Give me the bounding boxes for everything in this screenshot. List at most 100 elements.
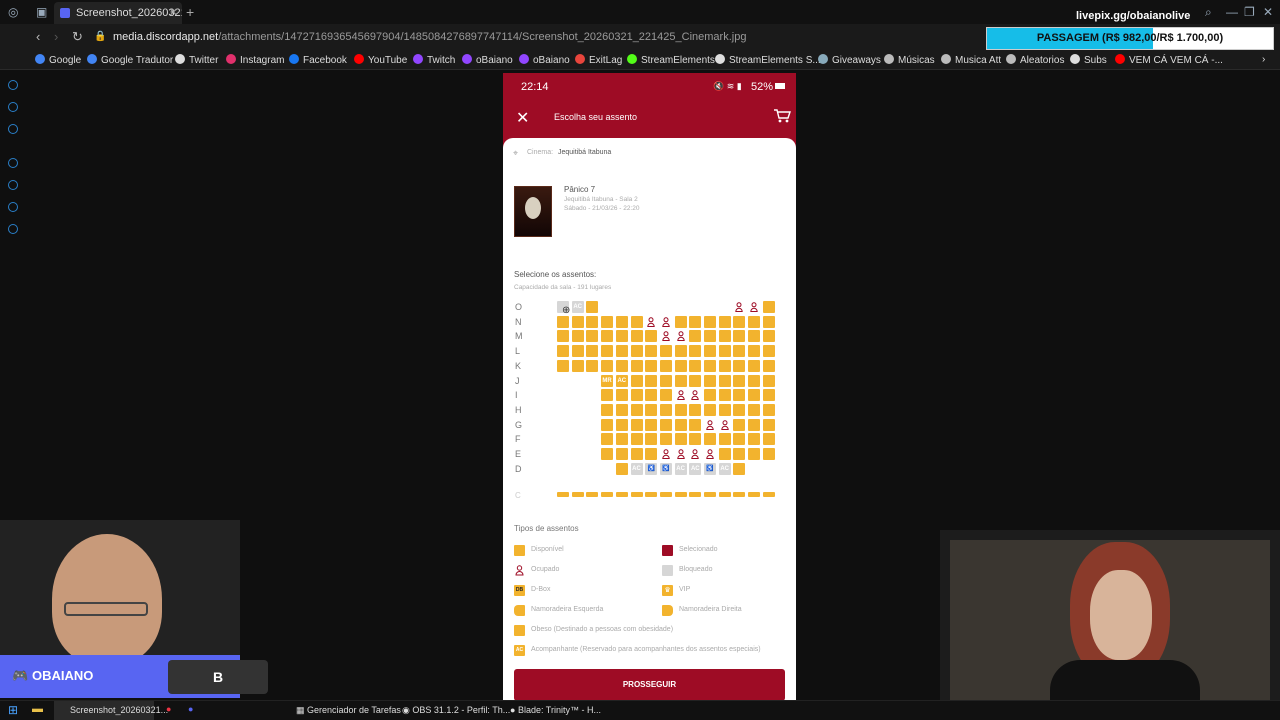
taskbar-item-taskmgr[interactable]: ▦ Gerenciador de Tarefas <box>296 705 401 716</box>
seat-available[interactable] <box>718 492 731 497</box>
seat-available[interactable] <box>615 418 628 431</box>
seat-available[interactable] <box>704 359 716 372</box>
seat-available[interactable] <box>615 448 628 460</box>
seat-available[interactable] <box>748 345 761 358</box>
seat-available[interactable] <box>748 374 761 387</box>
seat-available[interactable] <box>689 403 702 416</box>
seat-available[interactable] <box>571 345 584 358</box>
close-icon[interactable]: ✕ <box>169 6 178 19</box>
seat-available[interactable] <box>615 359 628 372</box>
more-bookmarks-icon[interactable]: › <box>1262 54 1265 65</box>
bookmark-item[interactable]: Google <box>35 54 81 66</box>
seat-available[interactable] <box>571 492 584 497</box>
bookmark-item[interactable]: Instagram <box>226 54 284 66</box>
start-icon[interactable]: ⊞ <box>8 703 18 717</box>
seat-available[interactable] <box>615 345 628 358</box>
seat-available[interactable] <box>601 448 614 460</box>
seat-available[interactable] <box>674 433 687 446</box>
seat-available[interactable] <box>674 492 687 497</box>
seat-available[interactable] <box>762 433 775 446</box>
seat-available[interactable] <box>689 433 702 446</box>
seat-available[interactable] <box>645 403 658 416</box>
seat-available[interactable] <box>718 374 731 387</box>
seat-available[interactable] <box>615 315 628 328</box>
seat-available[interactable] <box>586 359 599 372</box>
cart-icon[interactable] <box>773 108 791 124</box>
seat-available[interactable] <box>601 403 614 416</box>
seat-available[interactable] <box>733 492 746 497</box>
bookmark-item[interactable]: StreamElements S... <box>715 54 821 66</box>
seat-available[interactable] <box>718 433 731 446</box>
seat-available[interactable] <box>733 403 746 416</box>
seat-available[interactable] <box>557 330 569 343</box>
seat-available[interactable] <box>733 315 746 328</box>
seat-available[interactable] <box>630 492 643 497</box>
seat-available[interactable] <box>586 315 599 328</box>
sidebar-extensions-icon[interactable] <box>8 202 18 212</box>
seat-available[interactable] <box>733 389 746 402</box>
close-icon[interactable]: ✕ <box>516 108 529 128</box>
seat-available[interactable] <box>689 492 702 497</box>
seat-available[interactable] <box>704 403 716 416</box>
seat-available[interactable] <box>615 492 628 497</box>
seat-available[interactable] <box>601 433 614 446</box>
seat-available[interactable] <box>718 403 731 416</box>
bookmark-item[interactable]: Twitter <box>175 54 218 66</box>
seat-available[interactable] <box>659 359 672 372</box>
seat-available[interactable] <box>748 359 761 372</box>
proceed-button[interactable]: PROSSEGUIR <box>514 669 785 700</box>
seat-available[interactable] <box>630 403 643 416</box>
seat-available[interactable] <box>615 330 628 343</box>
seat-available[interactable] <box>645 418 658 431</box>
seat-available[interactable] <box>674 359 687 372</box>
seat-available[interactable] <box>689 330 702 343</box>
seat-available[interactable] <box>674 315 687 328</box>
seat-available[interactable] <box>557 345 569 358</box>
seat-available[interactable] <box>762 345 775 358</box>
seat-available[interactable] <box>659 433 672 446</box>
bookmark-item[interactable]: VEM CÁ VEM CÁ -... <box>1115 54 1223 66</box>
seat-available[interactable] <box>601 359 614 372</box>
seat-available[interactable] <box>733 374 746 387</box>
seat-available[interactable] <box>630 374 643 387</box>
seat-available[interactable] <box>748 403 761 416</box>
seat-available[interactable] <box>704 389 716 402</box>
seat-available[interactable] <box>571 315 584 328</box>
seat-available[interactable] <box>645 345 658 358</box>
seat-available[interactable] <box>733 330 746 343</box>
seat-available[interactable] <box>630 433 643 446</box>
seat-available[interactable] <box>718 448 731 460</box>
bookmark-item[interactable]: oBaiano <box>462 54 513 66</box>
bookmark-item[interactable]: oBaiano <box>519 54 570 66</box>
seat-available[interactable] <box>630 418 643 431</box>
tab-active[interactable]: Screenshot_20260321_22 ✕ <box>54 2 182 24</box>
restore-icon[interactable]: ❐ <box>1244 5 1255 19</box>
seat-available[interactable] <box>704 492 716 497</box>
seat-available[interactable] <box>630 315 643 328</box>
seat-available[interactable] <box>630 345 643 358</box>
seat-available[interactable] <box>557 315 569 328</box>
new-tab-icon[interactable]: + <box>186 4 194 20</box>
chrome-icon[interactable]: ● <box>166 704 171 714</box>
seat-available[interactable] <box>601 345 614 358</box>
seat-available[interactable] <box>630 330 643 343</box>
seat-available[interactable] <box>615 433 628 446</box>
tab-list-icon[interactable]: ▣ <box>36 5 47 19</box>
minimize-icon[interactable]: — <box>1226 5 1238 19</box>
sidebar-news-icon[interactable] <box>8 124 18 134</box>
seat-available[interactable] <box>733 462 746 475</box>
seat-available[interactable] <box>704 374 716 387</box>
seat-available[interactable] <box>748 389 761 402</box>
taskbar-item-blade[interactable]: ● Blade: Trinity™ - H... <box>510 705 601 715</box>
sidebar-whatsapp-icon[interactable] <box>8 102 18 112</box>
sidebar-history-icon[interactable] <box>8 180 18 190</box>
browser-logo-icon[interactable]: ◎ <box>8 5 18 19</box>
seat-available[interactable] <box>733 448 746 460</box>
bookmark-item[interactable]: StreamElements <box>627 54 715 66</box>
seat-available[interactable] <box>689 374 702 387</box>
seat-available[interactable] <box>601 330 614 343</box>
seat-available[interactable] <box>748 418 761 431</box>
bookmark-item[interactable]: YouTube <box>354 54 407 66</box>
seat-available[interactable] <box>557 492 569 497</box>
seat-available[interactable] <box>762 374 775 387</box>
